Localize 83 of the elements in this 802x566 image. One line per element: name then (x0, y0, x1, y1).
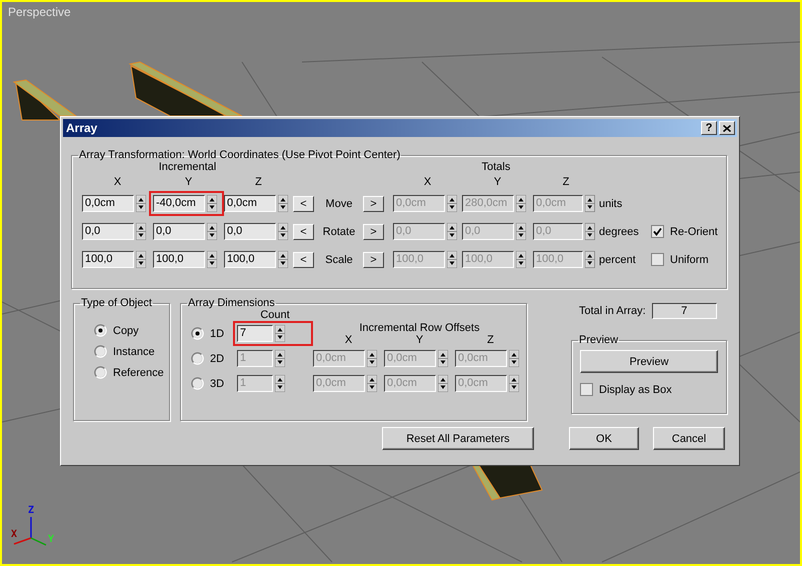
spinner-button[interactable] (136, 223, 146, 240)
number-field[interactable]: 7 (237, 325, 273, 342)
radio-label[interactable]: 2D (210, 352, 224, 364)
radio-button[interactable] (191, 327, 204, 340)
row-label: Rotate (322, 226, 356, 238)
window-title: Array (66, 121, 98, 135)
number-field[interactable]: -40,0cm (153, 195, 205, 212)
axis-header: Y (184, 176, 194, 188)
column-header: Incremental (158, 161, 218, 173)
arrow-button[interactable]: < (293, 252, 314, 268)
spinner-button[interactable] (207, 223, 217, 240)
cancel-button[interactable]: Cancel (653, 427, 725, 450)
radio-button[interactable] (191, 377, 204, 390)
axis-header: X (422, 176, 432, 188)
spinner-button[interactable] (207, 195, 217, 212)
beam-drawing (12, 79, 78, 120)
number-field[interactable]: 100,0 (224, 251, 276, 268)
number-field[interactable]: 0,0 (82, 223, 134, 240)
axis-header: X (344, 334, 354, 346)
arrow-button[interactable]: < (293, 224, 314, 240)
number-field[interactable]: 0,0cm (224, 195, 276, 212)
number-field[interactable]: 100,0 (153, 251, 205, 268)
group-title: Preview (578, 334, 620, 346)
checkbox[interactable] (580, 383, 593, 396)
spinner-button[interactable] (278, 251, 288, 268)
radio-label[interactable]: 1D (210, 328, 224, 340)
checkbox-label[interactable]: Uniform (670, 254, 709, 266)
axis-header: X (112, 176, 122, 188)
radio-button[interactable] (94, 324, 107, 337)
number-field[interactable]: 100,0 (82, 251, 134, 268)
unit-label: units (599, 198, 624, 210)
spinner-button[interactable] (275, 325, 285, 342)
checkbox[interactable] (651, 253, 664, 266)
column-header: Totals (480, 161, 512, 173)
reset-button[interactable]: Reset All Parameters (382, 427, 534, 450)
column-header: Count (259, 309, 291, 321)
axis-header: Z (562, 176, 570, 188)
number-field[interactable]: 0,0 (153, 223, 205, 240)
axis-header: Z (486, 334, 495, 346)
arrow-button[interactable]: > (363, 252, 384, 268)
row-label: Scale (324, 254, 354, 266)
column-header: Incremental Row Offsets (358, 322, 481, 334)
radio-label[interactable]: Instance (113, 346, 155, 358)
axis-label: Y (48, 534, 54, 545)
unit-label: degrees (599, 226, 640, 238)
group-title: Type of Object (80, 297, 153, 309)
spinner-button[interactable] (278, 195, 288, 212)
spinner-button[interactable] (136, 251, 146, 268)
checkbox-label[interactable]: Re-Orient (670, 226, 718, 238)
axis-label: X (11, 529, 18, 540)
viewport-label: Perspective (8, 5, 71, 19)
number-field[interactable]: 0,0 (224, 223, 276, 240)
radio-label[interactable]: Reference (113, 366, 164, 378)
ok-button[interactable]: OK (569, 427, 639, 450)
field-label: Total in Array: (579, 305, 646, 317)
arrow-button[interactable]: > (363, 196, 384, 212)
total-count-field: 7 (652, 303, 717, 319)
group-title: Array Dimensions (187, 297, 276, 309)
spinner-button[interactable] (136, 195, 146, 212)
arrow-button[interactable]: < (293, 196, 314, 212)
radio-button[interactable] (94, 345, 107, 358)
preview-button[interactable]: Preview (580, 350, 718, 373)
close-icon (723, 124, 731, 132)
beam-drawing (471, 464, 543, 501)
spinner-button[interactable] (278, 223, 288, 240)
group-title: Array Transformation: World Coordinates (Use Pivot Point Center) (78, 149, 402, 161)
arrow-button[interactable]: > (363, 224, 384, 240)
spinner-button[interactable] (207, 251, 217, 268)
help-button[interactable]: ? (701, 121, 717, 135)
unit-label: percent (599, 254, 637, 266)
row-label: Move (324, 198, 354, 210)
axis-header: Z (254, 176, 263, 188)
number-field[interactable]: 0,0cm (82, 195, 134, 212)
radio-button[interactable] (191, 352, 204, 365)
axis-label: Z (28, 505, 34, 516)
checkbox[interactable] (651, 225, 664, 238)
checkbox-label[interactable]: Display as Box (599, 384, 672, 396)
axis-header: Y (414, 334, 424, 346)
radio-button[interactable] (94, 366, 107, 379)
radio-label[interactable]: Copy (113, 324, 139, 336)
axis-header: Y (492, 176, 502, 188)
close-button[interactable] (719, 121, 735, 135)
radio-label[interactable]: 3D (210, 378, 224, 390)
